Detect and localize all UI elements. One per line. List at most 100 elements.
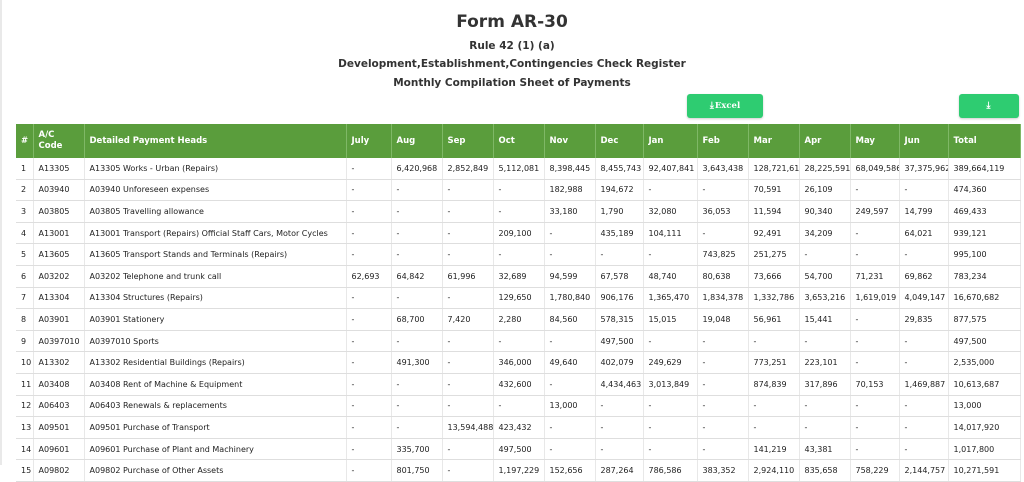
table-row: 12 A06403 A06403 Renewals & replacements - -…: [16, 395, 1021, 418]
table-cell: 2: [16, 179, 34, 202]
table-cell: A09802: [33, 459, 85, 482]
table-cell: -: [748, 395, 800, 418]
table-cell: 995,100: [948, 243, 1021, 266]
table-cell: 13: [16, 416, 34, 439]
table-cell: 497,500: [493, 438, 545, 461]
table-body: 1 A13305 A13305 Works - Urban (Repairs) - 6,…: [16, 158, 1021, 482]
table-cell: 1,790: [595, 200, 644, 223]
table-cell: 8,398,445: [544, 158, 596, 180]
table-cell: -: [391, 200, 443, 223]
table-row: 14 A09601 A09601 Purchase of Plant and Mac…: [16, 438, 1021, 461]
table-cell: 13,594,488: [442, 416, 494, 439]
table-cell: -: [595, 243, 644, 266]
table-cell: 1,619,019: [850, 287, 900, 310]
table-cell: -: [544, 330, 596, 353]
excel-export-button[interactable]: ⤓ Excel: [687, 94, 763, 118]
table-cell: -: [899, 438, 949, 461]
column-header: May: [850, 124, 900, 158]
table-cell: -: [391, 330, 443, 353]
table-cell: -: [346, 200, 392, 223]
table-cell: 43,381: [799, 438, 851, 461]
table-cell: A13304 Structures (Repairs): [84, 287, 347, 310]
table-cell: 90,340: [799, 200, 851, 223]
table-cell: -: [595, 438, 644, 461]
table-cell: -: [346, 287, 392, 310]
table-row: 13 A09501 A09501 Purchase of Transport - -13…: [16, 416, 1021, 439]
column-header: Jun: [899, 124, 949, 158]
table-cell: 1,197,229: [493, 459, 545, 482]
table-cell: -: [595, 416, 644, 439]
table-cell: -: [544, 243, 596, 266]
table-cell: -: [391, 222, 443, 245]
table-cell: 474,360: [948, 179, 1021, 202]
table-cell: -: [346, 222, 392, 245]
table-cell: 33,180: [544, 200, 596, 223]
table-cell: 1,332,786: [748, 287, 800, 310]
table-cell: A03805 Travelling allowance: [84, 200, 347, 223]
table-cell: -: [493, 200, 545, 223]
table-cell: 15,015: [643, 308, 698, 331]
table-cell: 36,053: [697, 200, 749, 223]
table-row: 8 A03901 A03901 Stationery -68,700 7,420 2,28…: [16, 308, 1021, 331]
column-header: A/C Code: [33, 124, 85, 158]
table-row: 5 A13605 A13605 Transport Stands and Termi…: [16, 243, 1021, 266]
table-cell: 877,575: [948, 308, 1021, 331]
table-cell: A13302: [33, 351, 85, 374]
table-cell: -: [899, 395, 949, 418]
table-cell: 7: [16, 287, 34, 310]
table-cell: 62,693: [346, 265, 392, 288]
table-cell: -: [442, 395, 494, 418]
table-cell: 4: [16, 222, 34, 245]
table-cell: 69,862: [899, 265, 949, 288]
table-cell: 61,996: [442, 265, 494, 288]
table-cell: 335,700: [391, 438, 443, 461]
table-cell: 497,500: [948, 330, 1021, 353]
table-cell: -: [643, 416, 698, 439]
table-cell: -: [697, 330, 749, 353]
table-cell: 786,586: [643, 459, 698, 482]
table-cell: -: [346, 438, 392, 461]
table-cell: 16,670,682: [948, 287, 1021, 310]
table-cell: 92,407,841: [643, 158, 698, 180]
table-cell: 2,852,849: [442, 158, 494, 180]
table-row: 9 A0397010 A0397010 Sports - - - - -497,500- - - -…: [16, 330, 1021, 353]
table-cell: 29,835: [899, 308, 949, 331]
column-header: Nov: [544, 124, 596, 158]
sheet-subtitle: Monthly Compilation Sheet of Payments: [393, 77, 631, 89]
table-cell: 346,000: [493, 351, 545, 374]
table-cell: 578,315: [595, 308, 644, 331]
table-cell: -: [643, 438, 698, 461]
table-cell: -: [544, 438, 596, 461]
table-cell: -: [850, 416, 900, 439]
table-cell: -: [391, 373, 443, 396]
table-cell: -: [799, 243, 851, 266]
table-cell: 48,740: [643, 265, 698, 288]
table-cell: 469,433: [948, 200, 1021, 223]
table-cell: -: [850, 308, 900, 331]
download-button[interactable]: ⤓: [959, 94, 1019, 118]
table-row: 3 A03805 A03805 Travelling allowance - - - -33…: [16, 200, 1021, 223]
table-cell: -: [748, 416, 800, 439]
table-cell: -: [799, 330, 851, 353]
column-header: Detailed Payment Heads: [84, 124, 347, 158]
table-cell: -: [346, 351, 392, 374]
table-cell: 1,017,800: [948, 438, 1021, 461]
table-cell: -: [899, 330, 949, 353]
column-header: Mar: [748, 124, 800, 158]
table-row: 4 A13001 A13001 Transport (Repairs) Offici…: [16, 222, 1021, 245]
table-cell: -: [850, 243, 900, 266]
column-header: Dec: [595, 124, 644, 158]
table-cell: 73,666: [748, 265, 800, 288]
rule-subtitle: Rule 42 (1) (a): [469, 40, 555, 52]
table-cell: 128,721,615: [748, 158, 800, 180]
table-cell: A13304: [33, 287, 85, 310]
table-cell: 249,597: [850, 200, 900, 223]
table-cell: A03940 Unforeseen expenses: [84, 179, 347, 202]
table-cell: -: [391, 395, 443, 418]
column-header: July: [346, 124, 392, 158]
column-header: Total: [948, 124, 1021, 158]
table-cell: -: [346, 330, 392, 353]
table-cell: 11: [16, 373, 34, 396]
table-cell: 6: [16, 265, 34, 288]
table-row: 2 A03940 A03940 Unforeseen expenses - - - -182…: [16, 179, 1021, 202]
